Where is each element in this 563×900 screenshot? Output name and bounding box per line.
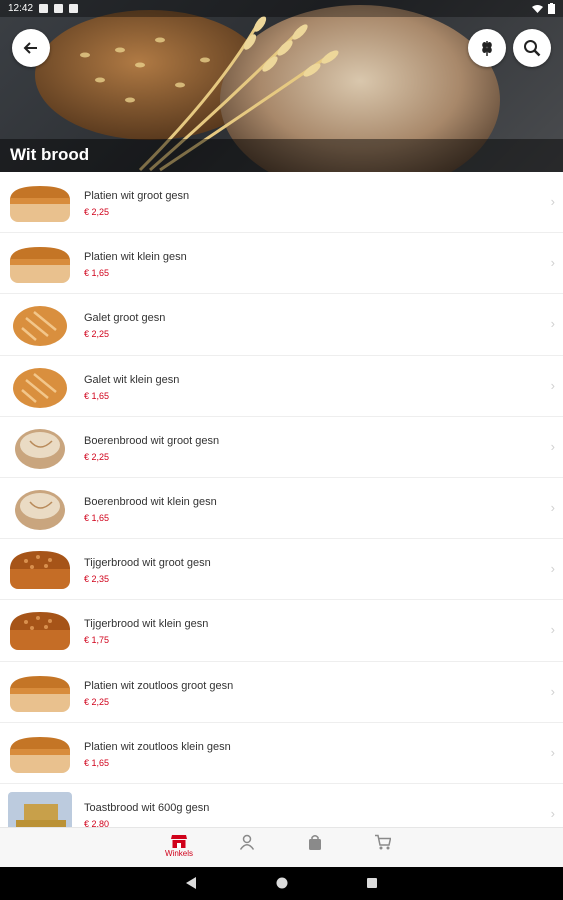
product-name: Boerenbrood wit groot gesn bbox=[84, 434, 220, 447]
product-name: Platien wit zoutloos klein gesn bbox=[84, 740, 231, 753]
chevron-right-icon: › bbox=[550, 377, 555, 393]
tab-cart[interactable] bbox=[363, 834, 403, 864]
bread-thumbnail-image bbox=[10, 675, 70, 712]
product-row[interactable]: Platien wit groot gesn € 2,25 › bbox=[0, 172, 563, 234]
header-image: Wit brood bbox=[0, 0, 563, 172]
product-name: Platien wit groot gesn bbox=[84, 190, 190, 202]
product-row[interactable]: Tijgerbrood wit groot gesn € 2,35 › bbox=[0, 539, 563, 601]
tab-account[interactable] bbox=[227, 834, 267, 864]
search-button[interactable] bbox=[513, 29, 551, 67]
bread-thumbnail-image bbox=[8, 791, 72, 827]
status-time: 12:42 bbox=[8, 3, 34, 14]
chevron-right-icon: › bbox=[550, 561, 555, 577]
product-price: € 2,80 bbox=[84, 818, 110, 827]
product-price: € 1,65 bbox=[84, 268, 110, 279]
bread-thumbnail-image bbox=[10, 551, 70, 590]
search-icon bbox=[524, 40, 541, 57]
product-row[interactable]: Platien wit zoutloos klein gesn € 1,65 › bbox=[0, 723, 563, 784]
grain-filter-button[interactable] bbox=[468, 29, 506, 67]
bread-thumbnail-image bbox=[10, 247, 70, 284]
product-row[interactable]: Boerenbrood wit groot gesn € 2,25 › bbox=[0, 417, 563, 478]
tab-label: Winkels bbox=[164, 849, 193, 858]
product-price: € 1,65 bbox=[84, 512, 110, 523]
product-price: € 2,25 bbox=[84, 696, 110, 707]
product-row[interactable]: Platien wit klein gesn € 1,65 › bbox=[0, 233, 563, 295]
notification-icon bbox=[69, 4, 79, 13]
battery-icon bbox=[548, 3, 555, 14]
product-name: Platien wit zoutloos groot gesn bbox=[84, 679, 234, 692]
home-nav-icon[interactable] bbox=[275, 876, 289, 890]
product-row[interactable]: Galet wit klein gesn € 1,65 › bbox=[0, 356, 563, 417]
wheat-icon bbox=[482, 41, 492, 56]
product-row[interactable]: Platien wit zoutloos groot gesn € 2,25 › bbox=[0, 662, 563, 723]
cart-icon bbox=[375, 834, 391, 850]
system-nav-bar bbox=[0, 867, 563, 900]
product-name: Galet groot gesn bbox=[84, 312, 166, 325]
product-price: € 1,75 bbox=[84, 635, 110, 646]
bread-thumbnail-image bbox=[10, 736, 70, 773]
chevron-right-icon: › bbox=[550, 255, 555, 271]
bread-thumbnail-image bbox=[10, 186, 70, 222]
wifi-icon bbox=[532, 4, 543, 13]
page-title: Wit brood bbox=[10, 145, 90, 164]
product-price: € 2,25 bbox=[84, 207, 110, 217]
product-name: Galet wit klein gesn bbox=[84, 373, 180, 386]
store-icon bbox=[171, 835, 187, 848]
status-bar: 12:42 bbox=[0, 0, 563, 17]
chevron-right-icon: › bbox=[550, 438, 555, 454]
bread-thumbnail-image bbox=[15, 489, 65, 530]
chevron-right-icon: › bbox=[550, 194, 555, 209]
product-price: € 2,35 bbox=[84, 574, 110, 585]
user-icon bbox=[239, 834, 255, 850]
product-name: Toastbrood wit 600g gesn bbox=[84, 801, 210, 814]
product-row[interactable]: Toastbrood wit 600g gesn € 2,80 › bbox=[0, 784, 563, 827]
back-button[interactable] bbox=[12, 29, 50, 67]
product-list[interactable]: Platien wit groot gesn € 2,25 › Platien wit… bbox=[0, 172, 563, 827]
chevron-right-icon: › bbox=[550, 499, 555, 515]
chevron-right-icon: › bbox=[550, 805, 555, 821]
product-price: € 2,25 bbox=[84, 329, 110, 340]
product-row[interactable]: Galet groot gesn € 2,25 › bbox=[0, 294, 563, 356]
product-row[interactable]: Boerenbrood wit klein gesn € 1,65 › bbox=[0, 478, 563, 540]
back-nav-icon[interactable] bbox=[185, 876, 197, 890]
product-price: € 1,65 bbox=[84, 757, 110, 768]
tab-winkels[interactable]: Winkels bbox=[159, 834, 199, 864]
product-name: Platien wit klein gesn bbox=[84, 251, 187, 264]
product-name: Tijgerbrood wit klein gesn bbox=[84, 618, 209, 631]
bag-icon bbox=[309, 835, 321, 850]
product-price: € 1,65 bbox=[84, 390, 110, 401]
chevron-right-icon: › bbox=[550, 744, 555, 760]
arrow-left-icon bbox=[23, 42, 37, 54]
product-name: Tijgerbrood wit groot gesn bbox=[84, 557, 211, 570]
product-price: € 2,25 bbox=[84, 451, 110, 462]
chevron-right-icon: › bbox=[550, 683, 555, 699]
product-name: Boerenbrood wit klein gesn bbox=[84, 495, 217, 508]
bread-thumbnail-image bbox=[10, 612, 70, 651]
product-row[interactable]: Tijgerbrood wit klein gesn € 1,75 › bbox=[0, 600, 563, 662]
notification-icon bbox=[54, 4, 64, 13]
bottom-tab-bar: Winkels bbox=[0, 827, 563, 868]
tab-orders[interactable] bbox=[295, 834, 335, 864]
chevron-right-icon: › bbox=[550, 316, 555, 332]
chevron-right-icon: › bbox=[550, 622, 555, 638]
bread-thumbnail-image bbox=[13, 367, 67, 408]
notification-icon bbox=[39, 4, 49, 13]
bread-thumbnail-image bbox=[13, 306, 67, 347]
recents-nav-icon[interactable] bbox=[366, 876, 378, 890]
bread-thumbnail-image bbox=[15, 428, 65, 469]
